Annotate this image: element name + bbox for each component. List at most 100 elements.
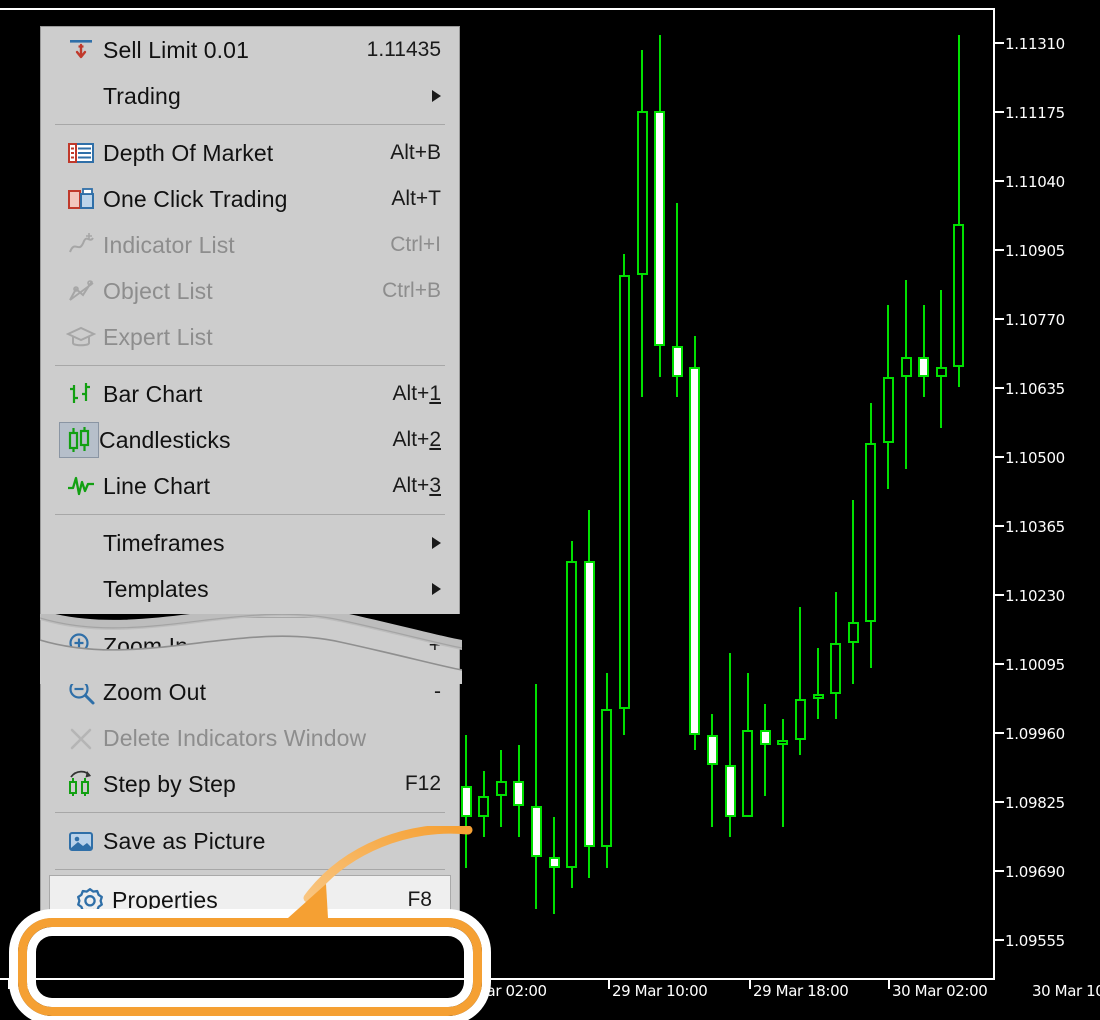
depth-of-market-icon — [59, 138, 103, 168]
price-tick: 1.10635 — [995, 380, 1065, 398]
menu-item-trading[interactable]: Trading — [41, 73, 459, 119]
menu-item-sell-limit-0-01[interactable]: Sell Limit 0.011.11435 — [41, 27, 459, 73]
candle-body — [707, 735, 718, 766]
menu-item-line-chart[interactable]: Line ChartAlt+3 — [41, 463, 459, 509]
price-tick: 1.10770 — [995, 311, 1065, 329]
price-axis[interactable]: 1.113101.111751.110401.109051.107701.106… — [995, 0, 1100, 1020]
price-tick-label: 1.09825 — [1005, 794, 1065, 812]
price-tick-label: 1.11175 — [1005, 104, 1065, 122]
candlestick — [725, 8, 736, 980]
menu-item-label: Zoom Out — [103, 679, 424, 706]
time-tick-mark — [8, 980, 10, 989]
price-tick-mark — [995, 801, 1004, 803]
menu-item-label: Templates — [103, 576, 424, 603]
menu-item-accelerator: Ctrl+B — [382, 279, 441, 303]
time-tick-label: 30 Mar 02:00 — [892, 982, 987, 1000]
candle-body — [901, 357, 912, 377]
time-tick-mark — [608, 980, 610, 989]
menu-item-indicator-list: Indicator List Ctrl+I — [41, 222, 459, 268]
price-tick-mark — [995, 525, 1004, 527]
candlestick — [461, 8, 472, 980]
menu-item-templates[interactable]: Templates — [41, 566, 459, 612]
candle-body — [883, 377, 894, 443]
price-tick-label: 1.11040 — [1005, 173, 1065, 191]
candlestick — [777, 8, 788, 980]
time-tick-mark — [888, 980, 890, 989]
menu-item-label: Indicator List — [103, 232, 380, 259]
candlestick — [918, 8, 929, 980]
candle-body — [918, 357, 929, 377]
menu-item-label: Trading — [103, 83, 424, 110]
price-tick-mark — [995, 318, 1004, 320]
candle-body — [672, 346, 683, 377]
menu-separator — [55, 869, 445, 870]
candlestick — [672, 8, 683, 980]
submenu-chevron-icon — [432, 537, 441, 549]
menu-item-accelerator: Alt+1 — [393, 382, 441, 406]
menu-item-label: One Click Trading — [103, 186, 381, 213]
delete-icon — [59, 723, 103, 753]
menu-item-timeframes[interactable]: Timeframes — [41, 520, 459, 566]
object-list-icon — [59, 276, 103, 306]
menu-item-label: Timeframes — [103, 530, 424, 557]
price-tick-label: 1.10365 — [1005, 518, 1065, 536]
candle-body — [830, 643, 841, 694]
candlestick — [760, 8, 771, 980]
menu-item-label: Properties — [112, 887, 397, 914]
candle-wick — [711, 714, 713, 826]
price-tick-mark — [995, 870, 1004, 872]
price-tick-label: 1.09960 — [1005, 725, 1065, 743]
candle-body — [496, 781, 507, 796]
candlestick — [936, 8, 947, 980]
menu-item-label: Step by Step — [103, 771, 395, 798]
price-tick: 1.10905 — [995, 242, 1065, 260]
candlestick — [496, 8, 507, 980]
zoom-out-icon — [59, 677, 103, 707]
no-icon — [59, 81, 103, 111]
price-tick: 1.11175 — [995, 104, 1065, 122]
menu-item-expert-list: Expert List — [41, 314, 459, 360]
menu-item-label: Save as Picture — [103, 828, 431, 855]
candle-body — [760, 730, 771, 745]
chart-context-menu[interactable]: Sell Limit 0.011.11435 Trading Depth Of Ma… — [40, 26, 460, 926]
menu-item-accelerator: Alt+2 — [393, 428, 441, 452]
price-tick-mark — [995, 249, 1004, 251]
price-tick-mark — [995, 111, 1004, 113]
price-tick-mark — [995, 180, 1004, 182]
candle-wick — [852, 500, 854, 684]
menu-item-object-list: Object ListCtrl+B — [41, 268, 459, 314]
menu-item-label: Zoom In — [103, 633, 419, 660]
candlestick — [549, 8, 560, 980]
menu-separator — [55, 812, 445, 813]
menu-item-candlesticks[interactable]: CandlesticksAlt+2 — [41, 417, 459, 463]
candlestick — [901, 8, 912, 980]
menu-item-accelerator: F12 — [405, 772, 441, 796]
menu-item-bar-chart[interactable]: Bar ChartAlt+1 — [41, 371, 459, 417]
price-tick: 1.10230 — [995, 587, 1065, 605]
time-tick-label: 30 Mar 10:00 — [1032, 982, 1100, 1000]
menu-item-depth-of-market[interactable]: Depth Of MarketAlt+B — [41, 130, 459, 176]
menu-item-label: Expert List — [103, 324, 431, 351]
candlestick — [865, 8, 876, 980]
candle-body — [953, 224, 964, 367]
menu-separator — [55, 124, 445, 125]
candlestick — [830, 8, 841, 980]
price-tick-mark — [995, 387, 1004, 389]
menu-item-accelerator: Ctrl+I — [390, 233, 441, 257]
candle-body — [654, 111, 665, 346]
menu-item-one-click-trading[interactable]: One Click TradingAlt+T — [41, 176, 459, 222]
price-tick-mark — [995, 42, 1004, 44]
menu-item-zoom-out[interactable]: Zoom Out- — [41, 669, 459, 715]
candlestick — [566, 8, 577, 980]
candle-body — [478, 796, 489, 816]
price-tick: 1.09960 — [995, 725, 1065, 743]
menu-item-delete-indicators-window: Delete Indicators Window — [41, 715, 459, 761]
candlestick — [478, 8, 489, 980]
submenu-chevron-icon — [432, 90, 441, 102]
menu-item-label: Sell Limit 0.01 — [103, 37, 357, 64]
menu-item-save-as-picture[interactable]: Save as Picture — [41, 818, 459, 864]
menu-item-zoom-in[interactable]: Zoom In+ — [41, 623, 459, 669]
expert-list-icon — [59, 322, 103, 352]
properties-highlight-ring — [18, 918, 482, 1016]
menu-item-step-by-step[interactable]: Step by Step F12 — [41, 761, 459, 807]
